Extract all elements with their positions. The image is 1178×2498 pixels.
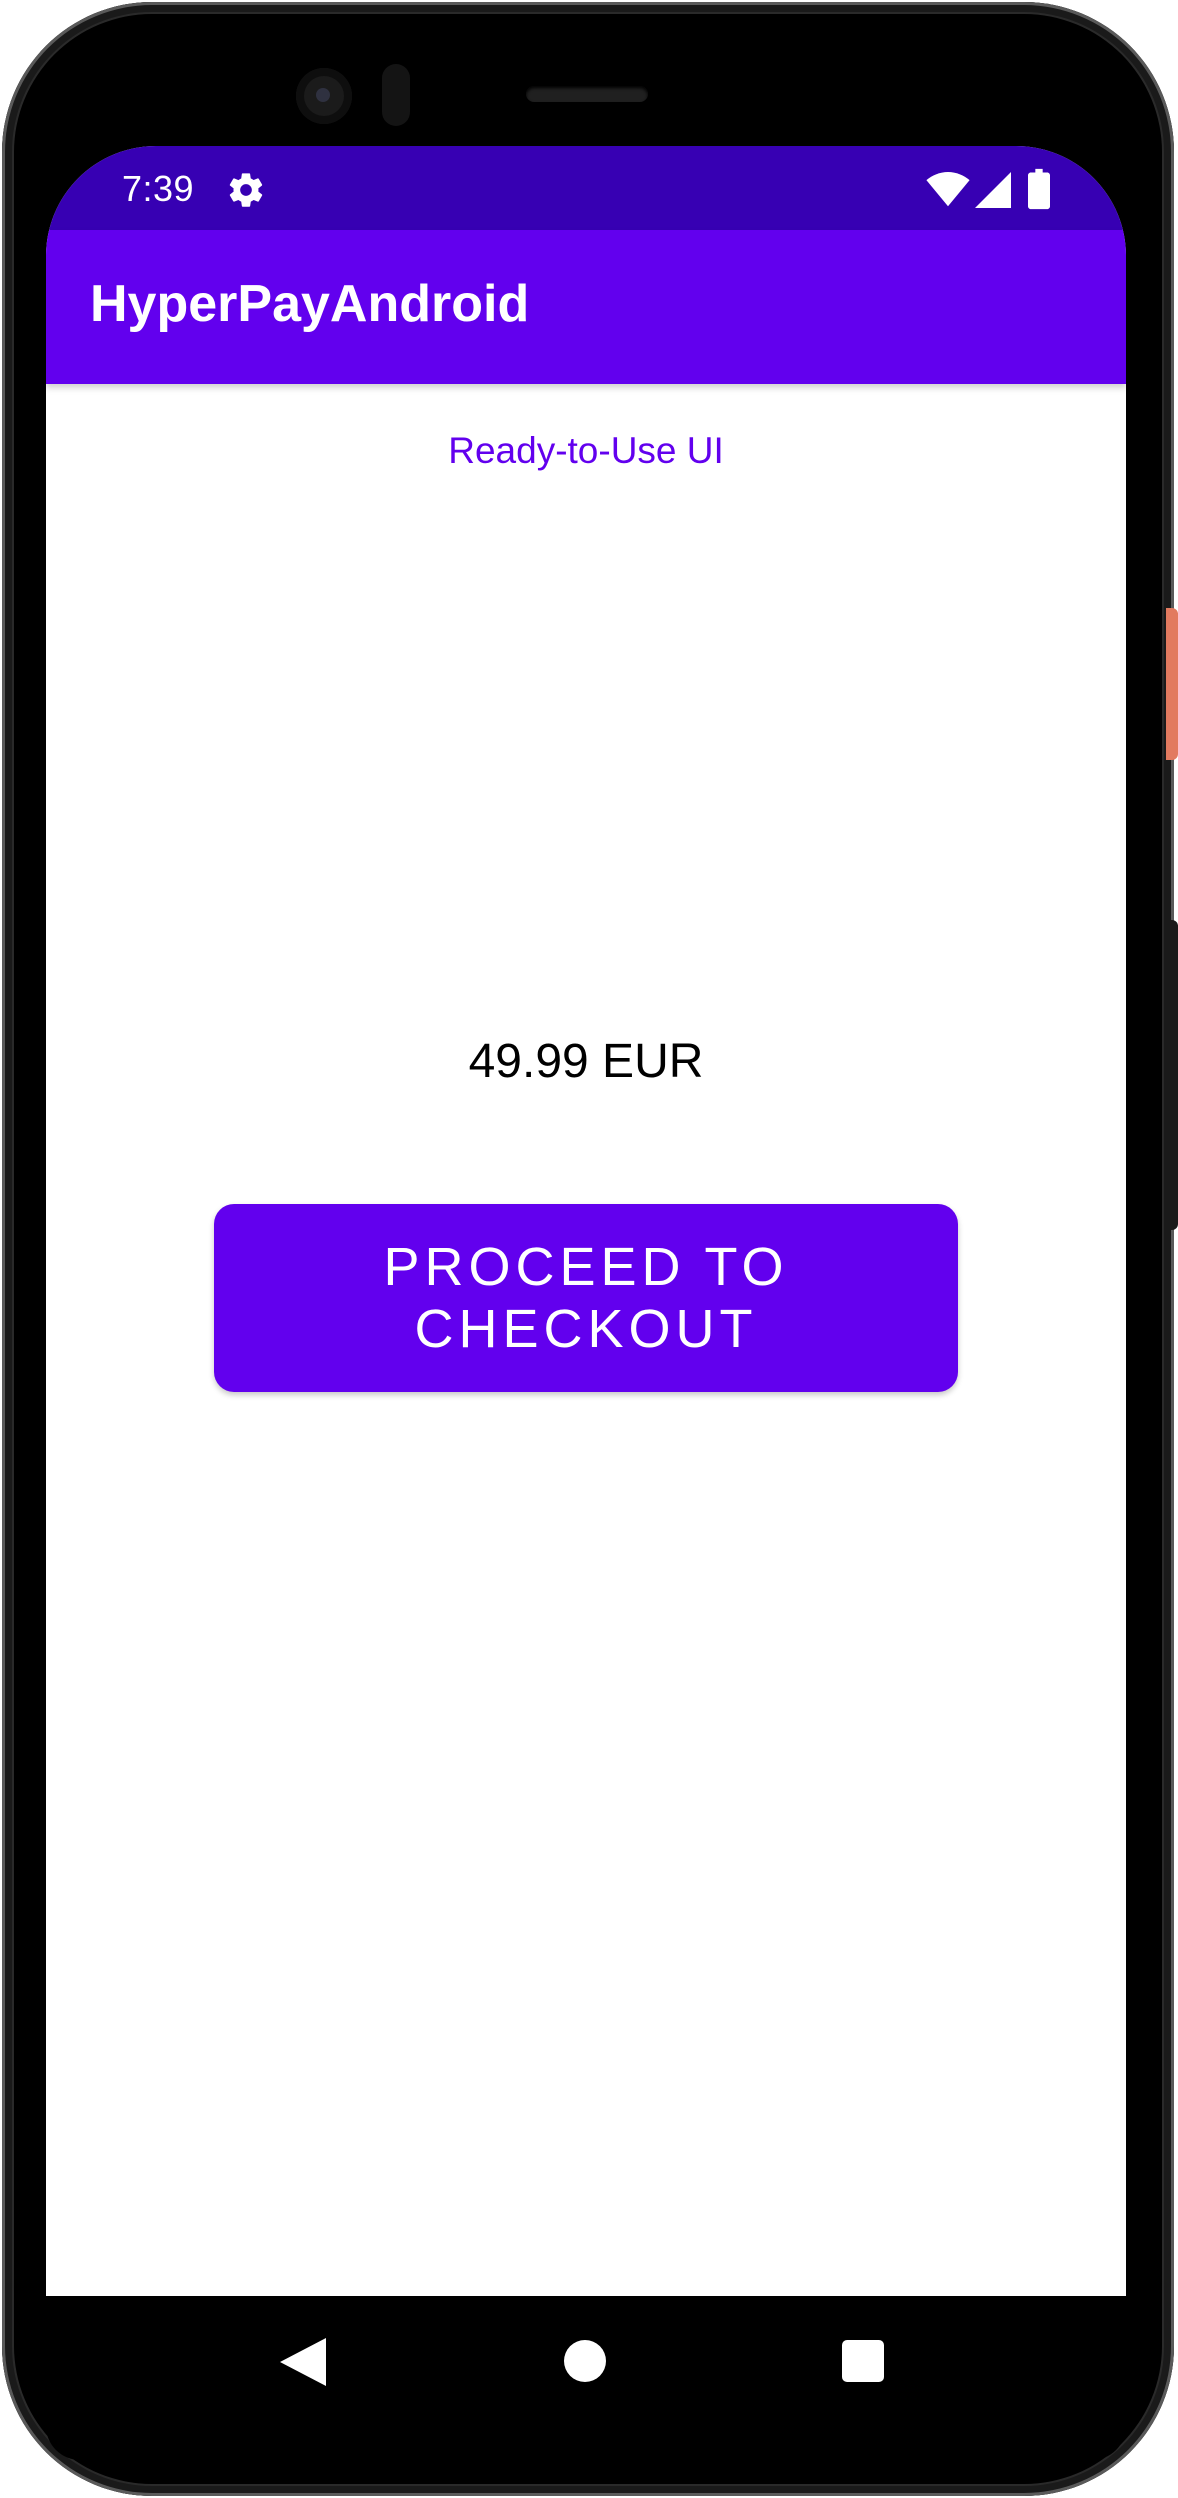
front-camera bbox=[296, 68, 352, 124]
price-label: 49.99 EUR bbox=[468, 1035, 704, 1088]
wifi-icon bbox=[926, 172, 970, 207]
earpiece-speaker bbox=[526, 86, 648, 102]
battery-icon bbox=[1028, 168, 1050, 210]
back-icon[interactable] bbox=[280, 2338, 326, 2386]
volume-rocker bbox=[1166, 920, 1178, 1230]
app-bar: HyperPayAndroid bbox=[46, 230, 1126, 384]
home-icon[interactable] bbox=[564, 2340, 606, 2382]
status-bar: 7:39 bbox=[46, 146, 1126, 230]
gear-icon bbox=[229, 173, 263, 207]
screen: 7:39 HyperPayAndroid Ready-to-Use UI 49.… bbox=[46, 146, 1126, 2426]
navigation-bar bbox=[46, 2296, 1126, 2426]
proceed-to-checkout-button[interactable]: PROCEED TO CHECKOUT bbox=[214, 1204, 958, 1392]
phone-device: 7:39 HyperPayAndroid Ready-to-Use UI 49.… bbox=[0, 0, 1178, 2498]
phone-chin bbox=[46, 2426, 1126, 2460]
status-time: 7:39 bbox=[122, 168, 195, 209]
proximity-sensor bbox=[382, 64, 410, 126]
ready-to-use-ui-link[interactable]: Ready-to-Use UI bbox=[46, 430, 1126, 472]
recents-icon[interactable] bbox=[842, 2340, 884, 2382]
app-title: HyperPayAndroid bbox=[90, 275, 530, 333]
power-button bbox=[1166, 608, 1178, 760]
signal-icon bbox=[975, 172, 1011, 208]
